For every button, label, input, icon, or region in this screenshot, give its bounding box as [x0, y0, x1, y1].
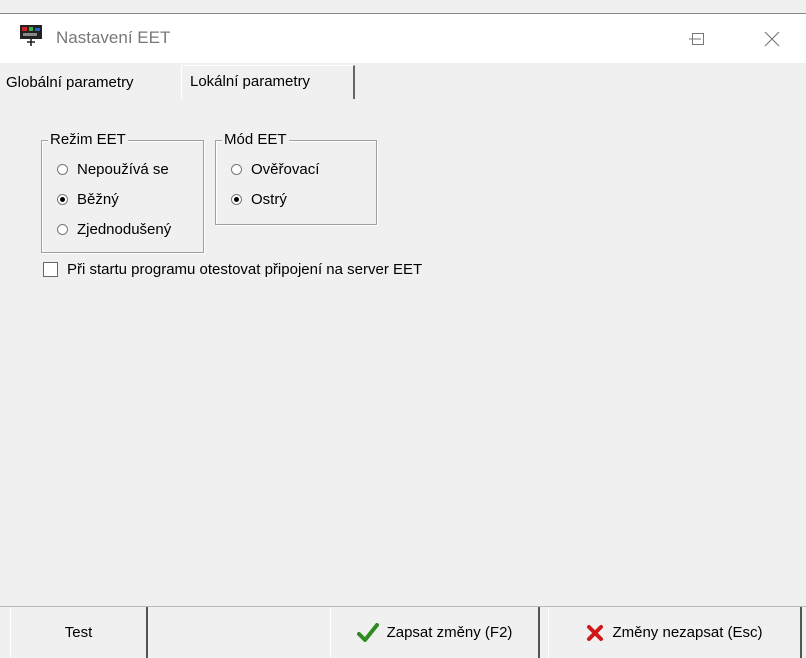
tab-panel-local: Režim EET Nepoužívá se Běžný Zjednodušen… — [0, 100, 806, 605]
tab-local-parameters[interactable]: Lokální parametry — [181, 65, 355, 99]
radio-button[interactable] — [57, 164, 68, 175]
radio-label: Ověřovací — [251, 161, 320, 178]
startup-test-label: Při startu programu otestovat připojení … — [67, 261, 423, 278]
save-changes-label: Zapsat změny (F2) — [386, 624, 513, 641]
tab-global-parameters[interactable]: Globální parametry — [2, 69, 138, 97]
radio-label: Zjednodušený — [77, 221, 172, 238]
mod-eet-title: Mód EET — [222, 131, 289, 148]
radio-bezny[interactable]: Běžný — [57, 191, 119, 208]
radio-nepouziva-se[interactable]: Nepoužívá se — [57, 161, 169, 178]
radio-button[interactable] — [231, 194, 242, 205]
title-bar: Nastavení EET — [0, 13, 806, 64]
radio-button[interactable] — [231, 164, 242, 175]
red-x-icon — [586, 624, 604, 642]
maximize-control[interactable] — [668, 14, 728, 64]
startup-test-checkbox[interactable] — [43, 262, 58, 277]
save-changes-button[interactable]: Zapsat změny (F2) — [330, 607, 540, 658]
tab-strip: Globální parametry Lokální parametry — [0, 63, 806, 100]
test-button[interactable]: Test — [10, 607, 148, 658]
mod-eet-group: Mód EET — [215, 131, 377, 225]
close-icon — [764, 31, 780, 47]
radio-zjednoduseny[interactable]: Zjednodušený — [57, 221, 171, 238]
discard-changes-label: Změny nezapsat (Esc) — [612, 624, 763, 641]
radio-ostry[interactable]: Ostrý — [231, 191, 287, 208]
radio-label: Nepoužívá se — [77, 161, 169, 178]
radio-button[interactable] — [57, 224, 68, 235]
window-title: Nastavení EET — [56, 28, 171, 47]
radio-label: Ostrý — [251, 191, 287, 208]
close-button[interactable] — [742, 14, 802, 64]
rezim-eet-title: Režim EET — [48, 131, 128, 148]
maximize-icon — [692, 33, 704, 45]
discard-changes-button[interactable]: Změny nezapsat (Esc) — [548, 607, 802, 658]
button-bar: Test Zapsat změny (F2) Změny nezapsat (E… — [0, 606, 806, 658]
test-button-label: Test — [64, 624, 93, 641]
checkmark-icon — [356, 622, 379, 643]
app-icon — [20, 24, 44, 48]
radio-label: Běžný — [77, 191, 119, 208]
radio-overovaci[interactable]: Ověřovací — [231, 161, 319, 178]
radio-button[interactable] — [57, 194, 68, 205]
startup-test-checkbox-row[interactable]: Při startu programu otestovat připojení … — [43, 261, 422, 278]
